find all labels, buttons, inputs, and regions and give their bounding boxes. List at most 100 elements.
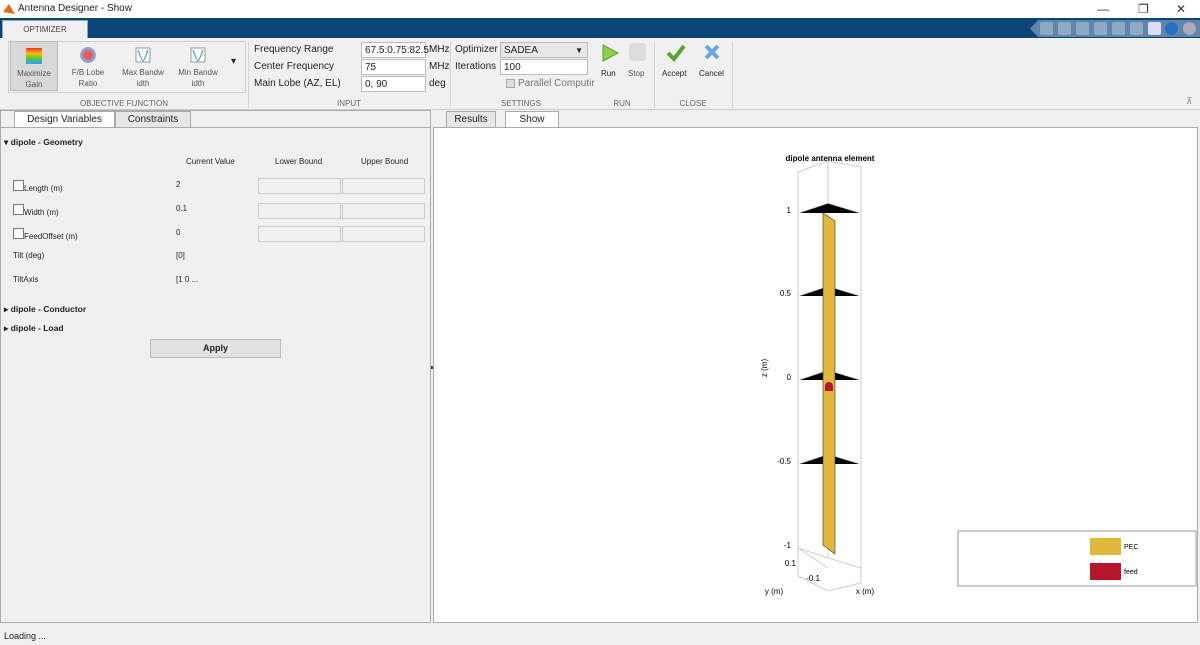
- variable-name: Tilt (deg): [13, 251, 45, 260]
- button-label: idth: [191, 79, 205, 88]
- cancel-x-icon[interactable]: [703, 43, 721, 61]
- save-icon[interactable]: [1040, 22, 1053, 35]
- legend-label: PEC: [1124, 544, 1138, 551]
- current-value: [1 0 ...: [176, 275, 199, 284]
- main-lobe-label: Main Lobe (AZ, EL): [254, 78, 341, 89]
- variable-row: Width (m): [13, 204, 59, 218]
- divider: [1, 127, 430, 128]
- bandwidth-icon: [190, 47, 206, 63]
- redo-icon[interactable]: [1130, 22, 1143, 35]
- lower-bound-input[interactable]: [258, 226, 341, 242]
- z-tick: -1: [784, 541, 792, 550]
- variable-name: Length (m): [24, 184, 63, 193]
- button-label: Max Bandw: [122, 68, 164, 77]
- length-checkbox[interactable]: [13, 180, 24, 191]
- optimizer-label: Optimizer: [455, 44, 498, 55]
- y-tick: -0.1: [806, 574, 820, 583]
- lower-bound-input[interactable]: [258, 203, 341, 219]
- section-label: SETTINGS: [500, 99, 541, 108]
- run-button[interactable]: Run: [601, 69, 616, 78]
- tab-design-variables[interactable]: Design Variables: [14, 111, 115, 127]
- button-label: F/B Lobe: [71, 68, 105, 77]
- bandwidth-icon: [135, 47, 151, 63]
- matlab-logo-icon: [3, 4, 15, 14]
- tab-constraints[interactable]: Constraints: [115, 111, 191, 127]
- help-icon[interactable]: [1165, 22, 1178, 35]
- window-layout-icon[interactable]: [1148, 22, 1161, 35]
- y-tick: 0.1: [785, 559, 797, 568]
- parallel-computing-checkbox[interactable]: [506, 79, 515, 88]
- optimizer-value: SADEA: [504, 45, 538, 56]
- cut-icon[interactable]: [1058, 22, 1071, 35]
- upper-bound-input[interactable]: [342, 226, 425, 242]
- stop-button[interactable]: Stop: [628, 69, 644, 78]
- variable-name: Width (m): [24, 208, 59, 217]
- tab-optimizer[interactable]: OPTIMIZER: [2, 20, 88, 38]
- collapsed-arrow-icon: ▸: [4, 304, 11, 314]
- tab-results[interactable]: Results: [446, 111, 496, 127]
- gain-pattern-icon: [26, 48, 42, 64]
- tab-show[interactable]: Show: [505, 111, 559, 127]
- center-frequency-input[interactable]: 75: [361, 59, 426, 75]
- section-label: OBJECTIVE FUNCTION: [79, 99, 168, 108]
- accept-check-icon[interactable]: [666, 43, 686, 63]
- unit-label: MHz: [429, 44, 450, 55]
- restore-button[interactable]: ❐: [1138, 2, 1149, 16]
- button-label: Maximize: [17, 69, 51, 78]
- button-label: Gain: [25, 80, 43, 89]
- window-title: Antenna Designer - Show: [18, 3, 132, 14]
- upper-bound-input[interactable]: [342, 178, 425, 194]
- legend-label: feed: [1124, 569, 1138, 576]
- optimizer-dropdown[interactable]: SADEA ▼: [500, 42, 588, 58]
- copy-icon[interactable]: [1076, 22, 1089, 35]
- antenna-plot[interactable]: dipole antenna element 1 0.5 0 -0.5 -1 0…: [434, 128, 1199, 624]
- iterations-input[interactable]: 100: [500, 59, 588, 75]
- width-checkbox[interactable]: [13, 204, 24, 215]
- geometry-section-toggle[interactable]: ▾ dipole - Geometry: [4, 137, 83, 148]
- conductor-section-toggle[interactable]: ▸ dipole - Conductor: [4, 304, 86, 315]
- gallery-more-button[interactable]: ▾: [231, 56, 236, 67]
- minimize-button[interactable]: —: [1097, 2, 1109, 16]
- stop-icon[interactable]: [629, 43, 646, 61]
- paste-icon[interactable]: [1094, 22, 1107, 35]
- feedoffset-checkbox[interactable]: [13, 228, 24, 239]
- collapse-ribbon-icon[interactable]: ⊼: [1186, 96, 1193, 107]
- min-bandwidth-button[interactable]: Min Bandw idth: [174, 41, 222, 91]
- expand-icon[interactable]: [1183, 22, 1196, 35]
- maximize-gain-button[interactable]: Maximize Gain: [10, 41, 58, 91]
- title-bar: Antenna Designer - Show — ❐ ✕: [0, 0, 1200, 18]
- legend-swatch-feed: [1090, 563, 1121, 580]
- close-button[interactable]: ✕: [1176, 2, 1186, 16]
- column-header: Lower Bound: [275, 157, 323, 166]
- plot-title: dipole antenna element: [786, 154, 875, 163]
- button-label: idth: [136, 79, 150, 88]
- max-bandwidth-button[interactable]: Max Bandw idth: [119, 41, 167, 91]
- legend[interactable]: PEC feed: [957, 530, 1197, 587]
- cancel-button[interactable]: Cancel: [699, 69, 724, 78]
- divider: [732, 42, 733, 108]
- accept-button[interactable]: Accept: [662, 69, 686, 78]
- section-label: CLOSE: [679, 99, 707, 108]
- iterations-label: Iterations: [455, 61, 497, 72]
- main-lobe-input[interactable]: 0, 90: [361, 76, 426, 92]
- lobe-ratio-icon: [80, 47, 96, 63]
- lower-bound-input[interactable]: [258, 178, 341, 194]
- show-panel: dipole antenna element 1 0.5 0 -0.5 -1 0…: [433, 127, 1198, 623]
- column-header: Upper Bound: [361, 157, 409, 166]
- undo-icon[interactable]: [1112, 22, 1125, 35]
- frequency-range-input[interactable]: 67.5:0.75:82.5: [361, 42, 429, 58]
- z-tick: -0.5: [777, 457, 791, 466]
- apply-button[interactable]: Apply: [150, 339, 281, 358]
- section-title: dipole - Conductor: [10, 304, 87, 314]
- section-title: dipole - Load: [10, 323, 64, 333]
- load-section-toggle[interactable]: ▸ dipole - Load: [4, 323, 64, 334]
- section-title: dipole - Geometry: [10, 137, 83, 147]
- upper-bound-input[interactable]: [342, 203, 425, 219]
- collapsed-arrow-icon: ▸: [4, 323, 11, 333]
- fb-lobe-ratio-button[interactable]: F/B Lobe Ratio: [64, 41, 112, 91]
- expanded-arrow-icon: ▾: [4, 137, 11, 147]
- button-label: Min Bandw: [178, 68, 218, 77]
- unit-label: MHz: [429, 61, 450, 72]
- frequency-range-label: Frequency Range: [254, 44, 334, 55]
- run-icon[interactable]: [601, 43, 619, 63]
